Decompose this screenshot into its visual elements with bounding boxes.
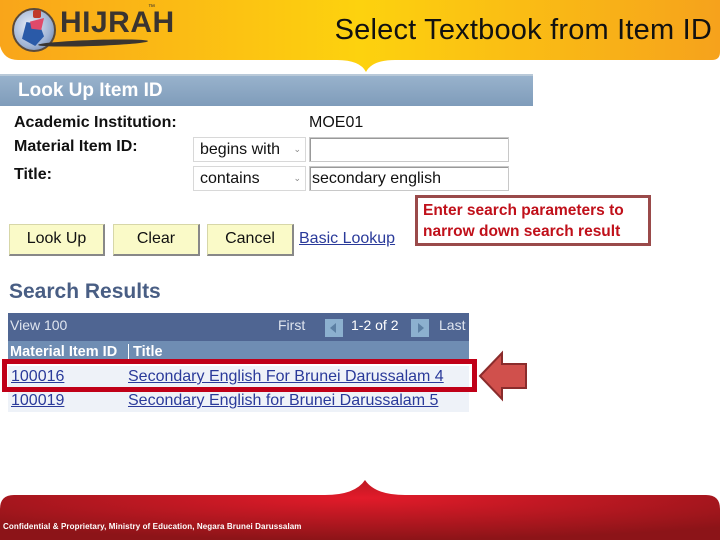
first-link[interactable]: First <box>278 317 305 333</box>
item-title-link[interactable]: Secondary English For Brunei Darussalam … <box>128 368 444 386</box>
crown-icon <box>33 10 41 18</box>
item-id-link[interactable]: 100019 <box>11 392 64 410</box>
results-count: 1-2 of 2 <box>351 317 399 333</box>
item-id-operator-value: begins with <box>200 141 281 158</box>
chevron-down-icon: ⌄ <box>293 173 301 183</box>
chevron-down-icon: ⌄ <box>293 144 301 154</box>
clear-button[interactable]: Clear <box>113 224 200 256</box>
instruction-callout: Enter search parameters to narrow down s… <box>415 195 651 246</box>
search-results-title: Search Results <box>9 280 161 303</box>
logo-tagline: Hidup · Tinggal <box>94 39 121 44</box>
slide-title: Select Textbook from Item ID <box>334 14 712 46</box>
item-id-input[interactable] <box>309 137 509 162</box>
item-id-link[interactable]: 100016 <box>11 368 64 386</box>
column-header-title[interactable]: Title <box>128 344 163 363</box>
arrow-left-icon <box>330 323 336 333</box>
table-row[interactable]: 100016 Secondary English For Brunei Daru… <box>8 366 469 388</box>
footer-confidential-text: Confidential & Proprietary, Ministry of … <box>3 522 302 531</box>
item-id-operator-select[interactable]: begins with ⌄ <box>193 137 306 162</box>
title-input[interactable]: secondary english <box>309 166 509 191</box>
hijrah-logo: HIJRAH ™ Hidup · Tinggal <box>8 2 208 54</box>
table-row[interactable]: 100019 Secondary English for Brunei Daru… <box>8 390 469 412</box>
title-operator-value: contains <box>200 170 260 187</box>
footer-banner: Confidential & Proprietary, Ministry of … <box>0 480 720 540</box>
view-100-link[interactable]: View 100 <box>10 317 67 333</box>
lookup-panel-header: Look Up Item ID <box>0 74 533 106</box>
header-banner: HIJRAH ™ Hidup · Tinggal Select Textbook… <box>0 0 720 72</box>
title-label: Title: <box>14 166 52 183</box>
pointer-arrow-icon <box>478 350 527 402</box>
logo-text: HIJRAH <box>60 6 175 39</box>
results-table-header: Material Item ID Title <box>8 341 469 363</box>
column-header-item-id[interactable]: Material Item ID <box>10 344 117 360</box>
cancel-button[interactable]: Cancel <box>207 224 294 256</box>
institution-label: Academic Institution: <box>14 114 177 131</box>
next-page-button[interactable] <box>411 319 429 337</box>
footer-shape <box>0 480 720 540</box>
last-link[interactable]: Last <box>439 317 465 333</box>
arrow-right-icon <box>418 323 424 333</box>
look-up-button[interactable]: Look Up <box>9 224 105 256</box>
previous-page-button[interactable] <box>325 319 343 337</box>
callout-line-2: narrow down search result <box>423 223 621 240</box>
results-nav-bar: View 100 First 1-2 of 2 Last <box>8 313 469 341</box>
basic-lookup-link[interactable]: Basic Lookup <box>299 230 395 248</box>
callout-line-1: Enter search parameters to <box>423 202 624 219</box>
item-title-link[interactable]: Secondary English for Brunei Darussalam … <box>128 392 438 410</box>
item-id-label: Material Item ID: <box>14 138 138 155</box>
logo-trademark: ™ <box>148 4 155 11</box>
title-operator-select[interactable]: contains ⌄ <box>193 166 306 191</box>
institution-value: MOE01 <box>309 114 364 131</box>
lookup-panel-title: Look Up Item ID <box>18 80 163 101</box>
